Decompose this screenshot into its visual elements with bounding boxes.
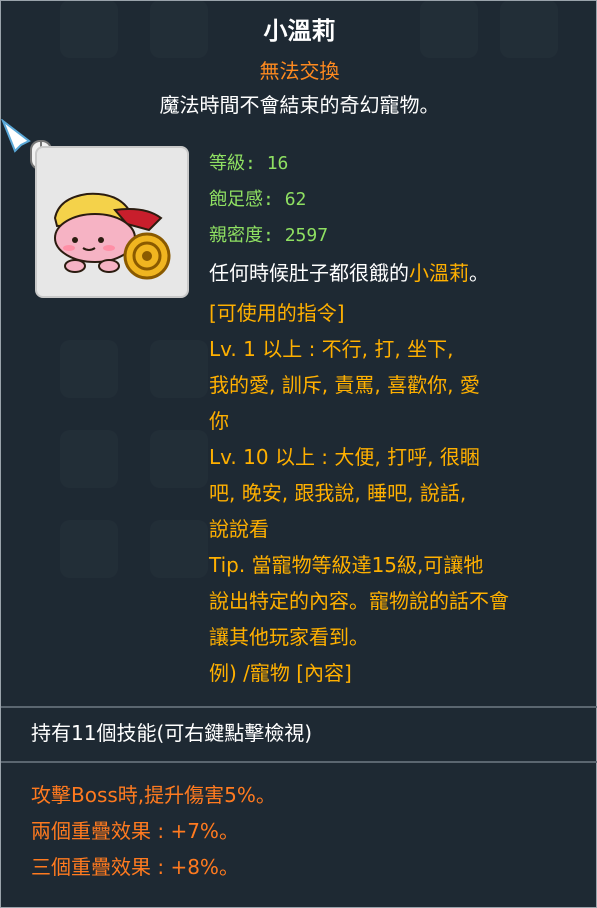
trade-status: 無法交換 — [259, 59, 340, 83]
pet-description: 魔法時間不會結束的奇幻寵物。 — [159, 93, 440, 117]
divider — [1, 706, 597, 708]
level-label: 等級: — [209, 153, 256, 174]
divider — [1, 761, 597, 763]
intimacy-value: 2597 — [284, 225, 329, 246]
commands-lv1: Lv. 1 以上 : 不行, 打, 坐下, — [209, 337, 454, 361]
commands-lv1-line3: 你 — [209, 409, 229, 433]
tip-line3: 讓其他玩家看到。 — [209, 625, 369, 649]
level-value: 16 — [266, 153, 289, 174]
pet-portrait-icon — [53, 192, 171, 280]
pet-tooltip: 小溫莉 無法交換 魔法時間不會結束的奇幻寵物。 等級: 16 飽足感: 62 親… — [0, 0, 597, 908]
pet-name: 小溫莉 — [263, 17, 336, 45]
satiety-value: 62 — [284, 189, 307, 210]
intimacy-row: 親密度: 2597 — [209, 218, 328, 254]
skills-header[interactable]: 持有11個技能(可右鍵點擊檢視) — [31, 717, 312, 746]
skill-effect-1: 攻擊Boss時,提升傷害5%。 — [31, 783, 276, 807]
tip-line2: 說出特定的內容。寵物說的話不會 — [209, 589, 509, 613]
skill-effect-3: 三個重疊效果 : +8%。 — [31, 855, 239, 879]
commands-lv10: Lv. 10 以上 : 大便, 打呼, 很睏 — [209, 445, 480, 469]
pet-portrait-frame — [35, 146, 189, 298]
commands-header: [可使用的指令] — [209, 301, 345, 325]
hunger-text-name: 小溫莉 — [409, 261, 469, 285]
commands-lv1-line2: 我的愛, 訓斥, 責罵, 喜歡你, 愛 — [209, 373, 480, 397]
satiety-label: 飽足感: — [209, 189, 274, 210]
commands-section: [可使用的指令] Lv. 1 以上 : 不行, 打, 坐下, 我的愛, 訓斥, … — [209, 295, 589, 691]
tip-line1: Tip. 當寵物等級達15級,可讓牠 — [209, 553, 484, 577]
hunger-text-prefix: 任何時候肚子都很餓的 — [209, 261, 409, 285]
commands-lv10-line3: 說說看 — [209, 517, 269, 541]
tip-line4: 例) /寵物 [內容] — [209, 661, 352, 685]
level-row: 等級: 16 — [209, 146, 328, 182]
satiety-row: 飽足感: 62 — [209, 182, 328, 218]
intimacy-label: 親密度: — [209, 225, 274, 246]
hunger-description: 任何時候肚子都很餓的小溫莉。 — [209, 255, 589, 291]
commands-lv10-line2: 吧, 晚安, 跟我說, 睡吧, 說話, — [209, 481, 467, 505]
hunger-text-suffix: 。 — [469, 261, 489, 285]
pet-stats: 等級: 16 飽足感: 62 親密度: 2597 — [209, 146, 328, 254]
skill-effect-2: 兩個重疊效果 : +7%。 — [31, 819, 239, 843]
